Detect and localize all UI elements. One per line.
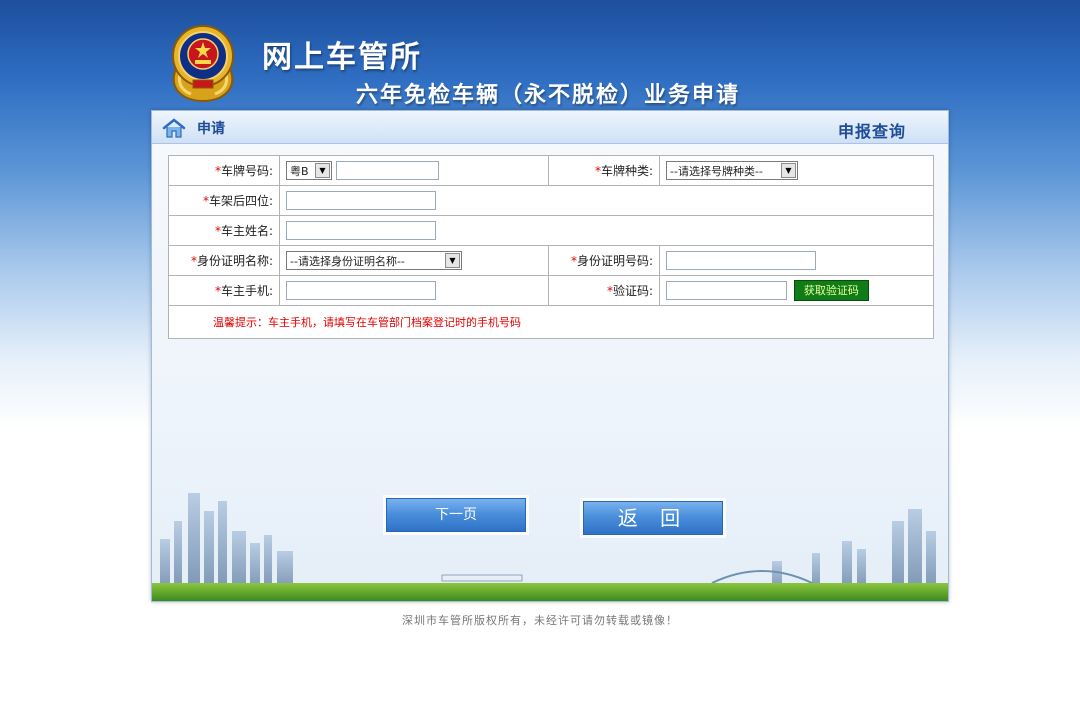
plate-number-input[interactable] (335, 161, 439, 180)
chevron-down-icon: ▼ (315, 163, 330, 178)
id-type-select[interactable]: --请选择身份证明名称-- ▼ (286, 251, 462, 270)
id-type-cell: --请选择身份证明名称-- ▼ (279, 245, 549, 276)
id-number-label: *身份证明号码: (548, 245, 660, 276)
id-type-label: *身份证明名称: (168, 245, 280, 276)
next-page-button[interactable]: 下一页 (386, 498, 526, 532)
vin-last4-input[interactable] (286, 191, 436, 210)
form-row-vin: *车架后四位: (168, 185, 934, 216)
form-row-phone: *车主手机: *验证码: 获取验证码 (168, 275, 934, 306)
owner-name-cell (279, 215, 934, 246)
back-button[interactable]: 返 回 (583, 501, 723, 535)
form-row-id: *身份证明名称: --请选择身份证明名称-- ▼ *身份证明号码: (168, 245, 934, 276)
vin-last4-cell (279, 185, 934, 216)
captcha-input[interactable] (666, 281, 787, 300)
plate-prefix-select[interactable]: 粤B ▼ (286, 161, 332, 180)
captcha-label: *验证码: (548, 275, 660, 306)
plate-type-cell: --请选择号牌种类-- ▼ (659, 155, 934, 186)
panel-header-bar: 申请 申报查询 (152, 111, 948, 144)
phone-label: *车主手机: (168, 275, 280, 306)
phone-tip-text: 温馨提示：车主手机，请填写在车管部门档案登记时的手机号码 (168, 305, 934, 339)
phone-input[interactable] (286, 281, 436, 300)
vin-last4-label: *车架后四位: (168, 185, 280, 216)
plate-number-cell: 粤B ▼ (279, 155, 549, 186)
apply-tab-label: 申请 (197, 121, 225, 137)
application-form: *车牌号码: 粤B ▼ *车牌种类: --请选择号牌种类-- ▼ *车架后四位:… (168, 155, 934, 339)
id-number-cell (659, 245, 934, 276)
query-application-link[interactable]: 申报查询 (838, 118, 906, 142)
phone-cell (279, 275, 549, 306)
form-row-owner-name: *车主姓名: (168, 215, 934, 246)
owner-name-input[interactable] (286, 221, 436, 240)
police-emblem-icon (172, 25, 234, 102)
site-title: 网上车管所 (262, 40, 422, 75)
form-row-tip: 温馨提示：车主手机，请填写在车管部门档案登记时的手机号码 (168, 305, 934, 339)
id-number-input[interactable] (666, 251, 816, 270)
home-icon (162, 118, 186, 138)
page-title: 六年免检车辆（永不脱检）业务申请 (356, 83, 741, 108)
footer-copyright: 深圳市车管所版权所有，未经许可请勿转载或镜像！ (402, 614, 678, 627)
captcha-cell: 获取验证码 (659, 275, 934, 306)
plate-type-label: *车牌种类: (548, 155, 660, 186)
city-skyline-banner (152, 493, 948, 601)
chevron-down-icon: ▼ (445, 253, 460, 268)
chevron-down-icon: ▼ (781, 163, 796, 178)
owner-name-label: *车主姓名: (168, 215, 280, 246)
form-row-plate: *车牌号码: 粤B ▼ *车牌种类: --请选择号牌种类-- ▼ (168, 155, 934, 186)
application-panel: 申请 申报查询 *车牌号码: 粤B ▼ *车牌种类: --请选择号牌种类-- ▼ (151, 110, 949, 602)
plate-number-label: *车牌号码: (168, 155, 280, 186)
plate-type-select[interactable]: --请选择号牌种类-- ▼ (666, 161, 798, 180)
get-captcha-button[interactable]: 获取验证码 (793, 280, 869, 301)
